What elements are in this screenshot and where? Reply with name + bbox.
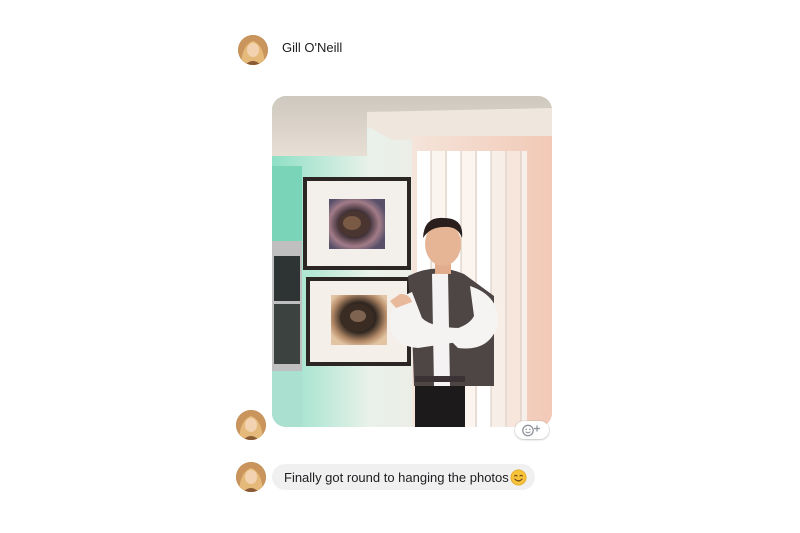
sender-avatar[interactable]: [238, 35, 268, 65]
sender-name[interactable]: Gill O'Neill: [282, 40, 342, 56]
text-message-bubble[interactable]: Finally got round to hanging the photos: [272, 464, 535, 490]
photo-message[interactable]: [272, 96, 552, 427]
chat-thread: Gill O'Neill Finally got round to hangin…: [0, 0, 800, 533]
add-reaction-button[interactable]: [515, 421, 549, 439]
sender-avatar-photo[interactable]: [236, 410, 266, 440]
message-text: Finally got round to hanging the photos: [284, 469, 509, 485]
smiling-face-emoji: [510, 469, 527, 486]
sender-avatar-text[interactable]: [236, 462, 266, 492]
add-reaction-icon: [522, 424, 540, 437]
